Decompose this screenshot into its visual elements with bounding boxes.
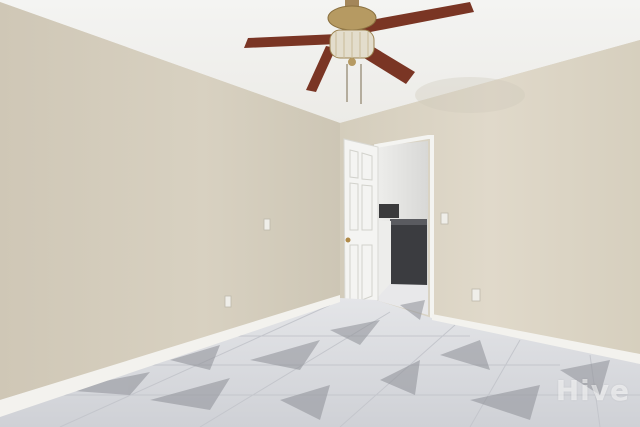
door xyxy=(343,138,379,323)
dryer xyxy=(390,223,427,285)
outlet-icon xyxy=(471,288,481,302)
door-knob xyxy=(345,237,351,243)
dryer-top xyxy=(390,219,427,225)
light-switch-icon xyxy=(440,212,449,225)
outlet-icon xyxy=(224,295,232,308)
laundry-shelf xyxy=(379,204,399,218)
room-illustration xyxy=(0,0,640,427)
watermark-logo: Hive xyxy=(555,374,630,407)
room-photo: Hive xyxy=(0,0,640,427)
light-switch-icon xyxy=(263,218,271,231)
fan-shadow xyxy=(415,77,525,113)
